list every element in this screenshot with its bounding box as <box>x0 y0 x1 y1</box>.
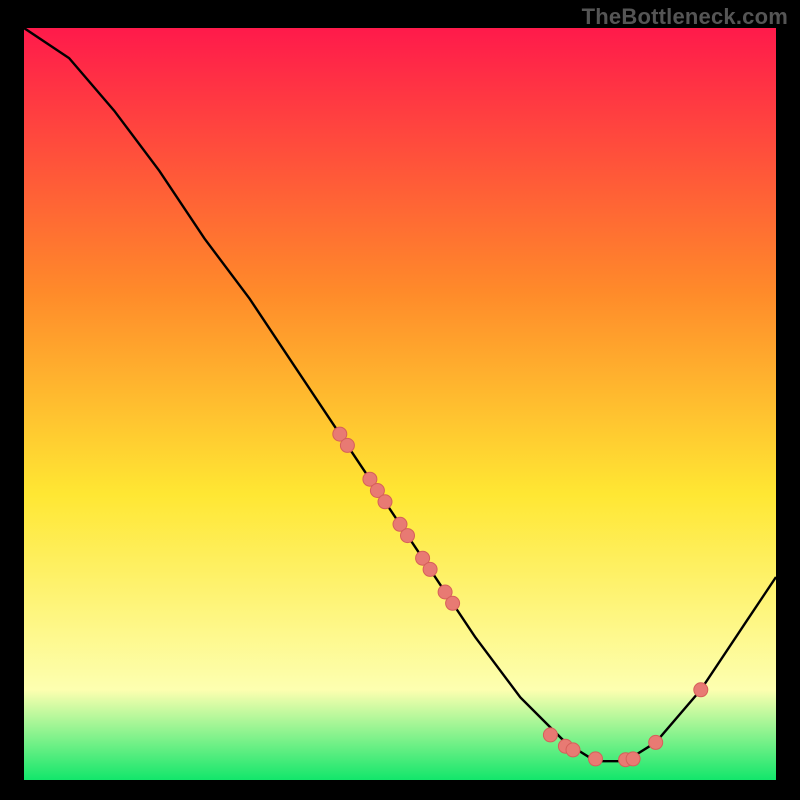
data-marker <box>589 752 603 766</box>
data-marker <box>378 495 392 509</box>
chart-svg <box>24 28 776 780</box>
data-marker <box>340 438 354 452</box>
chart-frame: TheBottleneck.com <box>0 0 800 800</box>
data-marker <box>694 683 708 697</box>
data-marker <box>401 529 415 543</box>
plot-area <box>24 28 776 780</box>
watermark-text: TheBottleneck.com <box>582 4 788 30</box>
data-marker <box>626 752 640 766</box>
data-marker <box>446 596 460 610</box>
data-marker <box>566 743 580 757</box>
data-marker <box>649 735 663 749</box>
data-marker <box>423 562 437 576</box>
data-marker <box>543 728 557 742</box>
